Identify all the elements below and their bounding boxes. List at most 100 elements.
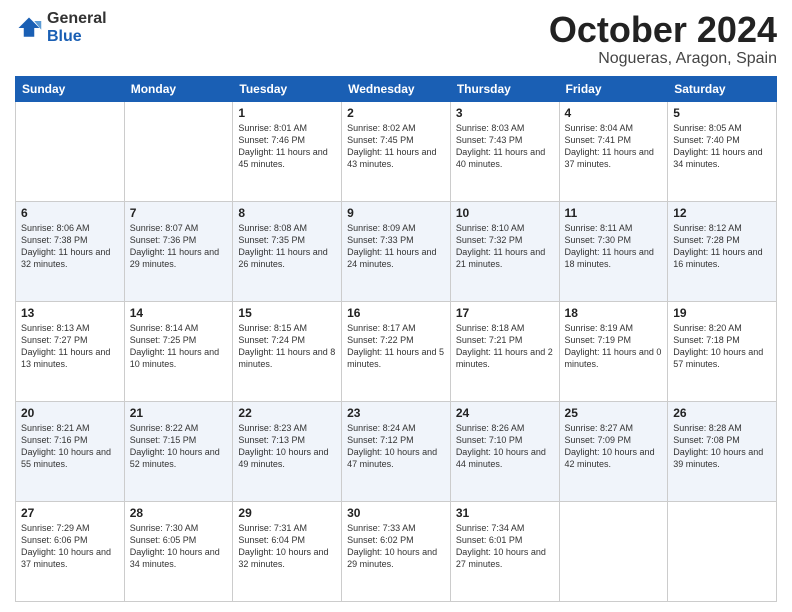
table-row: 4Sunrise: 8:04 AM Sunset: 7:41 PM Daylig… xyxy=(559,101,668,201)
day-info: Sunrise: 8:17 AM Sunset: 7:22 PM Dayligh… xyxy=(347,322,445,371)
day-number: 1 xyxy=(238,106,336,120)
day-info: Sunrise: 8:13 AM Sunset: 7:27 PM Dayligh… xyxy=(21,322,119,371)
col-thursday: Thursday xyxy=(450,76,559,101)
table-row: 17 Sunrise: 8:18 AM Sunset: 7:21 PM Dayli… xyxy=(450,301,559,401)
day-number: 9 xyxy=(347,206,445,220)
table-row: 13 Sunrise: 8:13 AM Sunset: 7:27 PM Dayli… xyxy=(16,301,125,401)
calendar-week-row: 1 Sunrise: 8:01 AM Sunset: 7:46 PM Daylig… xyxy=(16,101,777,201)
logo-icon xyxy=(15,14,43,42)
table-row xyxy=(559,501,668,601)
day-number: 19 xyxy=(673,306,771,320)
table-row: 30 Sunrise: 7:33 AM Sunset: 6:02 PM Dayli… xyxy=(342,501,451,601)
table-row: 8Sunrise: 8:08 AM Sunset: 7:35 PM Daylig… xyxy=(233,201,342,301)
table-row xyxy=(16,101,125,201)
day-number: 30 xyxy=(347,506,445,520)
day-info: Sunrise: 8:22 AM Sunset: 7:15 PM Dayligh… xyxy=(130,422,228,471)
day-number: 10 xyxy=(456,206,554,220)
day-number: 20 xyxy=(21,406,119,420)
calendar-header-row: Sunday Monday Tuesday Wednesday Thursday… xyxy=(16,76,777,101)
day-info: Sunrise: 8:10 AM Sunset: 7:32 PM Dayligh… xyxy=(456,222,554,271)
table-row: 15 Sunrise: 8:15 AM Sunset: 7:24 PM Dayli… xyxy=(233,301,342,401)
table-row: 25 Sunrise: 8:27 AM Sunset: 7:09 PM Dayli… xyxy=(559,401,668,501)
day-info: Sunrise: 8:05 AM Sunset: 7:40 PM Dayligh… xyxy=(673,122,771,171)
table-row: 18 Sunrise: 8:19 AM Sunset: 7:19 PM Dayli… xyxy=(559,301,668,401)
day-number: 23 xyxy=(347,406,445,420)
logo: General Blue xyxy=(15,10,107,45)
day-number: 26 xyxy=(673,406,771,420)
table-row: 31Sunrise: 7:34 AM Sunset: 6:01 PM Dayli… xyxy=(450,501,559,601)
calendar-week-row: 6 Sunrise: 8:06 AM Sunset: 7:38 PM Daylig… xyxy=(16,201,777,301)
day-number: 16 xyxy=(347,306,445,320)
table-row: 1 Sunrise: 8:01 AM Sunset: 7:46 PM Daylig… xyxy=(233,101,342,201)
day-info: Sunrise: 7:29 AM Sunset: 6:06 PM Dayligh… xyxy=(21,522,119,571)
calendar-week-row: 13 Sunrise: 8:13 AM Sunset: 7:27 PM Dayli… xyxy=(16,301,777,401)
logo-text: General Blue xyxy=(47,10,107,45)
day-info: Sunrise: 7:34 AM Sunset: 6:01 PM Dayligh… xyxy=(456,522,554,571)
logo-general: General xyxy=(47,10,107,28)
table-row: 26Sunrise: 8:28 AM Sunset: 7:08 PM Dayli… xyxy=(668,401,777,501)
title-section: October 2024 Nogueras, Aragon, Spain xyxy=(549,10,777,68)
page: General Blue October 2024 Nogueras, Arag… xyxy=(0,0,792,612)
day-info: Sunrise: 8:07 AM Sunset: 7:36 PM Dayligh… xyxy=(130,222,228,271)
table-row: 7Sunrise: 8:07 AM Sunset: 7:36 PM Daylig… xyxy=(124,201,233,301)
col-friday: Friday xyxy=(559,76,668,101)
table-row: 27Sunrise: 7:29 AM Sunset: 6:06 PM Dayli… xyxy=(16,501,125,601)
day-number: 15 xyxy=(238,306,336,320)
table-row: 19 Sunrise: 8:20 AM Sunset: 7:18 PM Dayli… xyxy=(668,301,777,401)
day-number: 3 xyxy=(456,106,554,120)
day-number: 21 xyxy=(130,406,228,420)
table-row: 6 Sunrise: 8:06 AM Sunset: 7:38 PM Daylig… xyxy=(16,201,125,301)
day-info: Sunrise: 8:02 AM Sunset: 7:45 PM Dayligh… xyxy=(347,122,445,171)
day-info: Sunrise: 8:20 AM Sunset: 7:18 PM Dayligh… xyxy=(673,322,771,371)
table-row: 21 Sunrise: 8:22 AM Sunset: 7:15 PM Dayli… xyxy=(124,401,233,501)
table-row xyxy=(124,101,233,201)
col-saturday: Saturday xyxy=(668,76,777,101)
day-info: Sunrise: 8:11 AM Sunset: 7:30 PM Dayligh… xyxy=(565,222,663,271)
day-number: 24 xyxy=(456,406,554,420)
day-number: 25 xyxy=(565,406,663,420)
table-row: 16 Sunrise: 8:17 AM Sunset: 7:22 PM Dayli… xyxy=(342,301,451,401)
table-row: 24Sunrise: 8:26 AM Sunset: 7:10 PM Dayli… xyxy=(450,401,559,501)
day-info: Sunrise: 8:08 AM Sunset: 7:35 PM Dayligh… xyxy=(238,222,336,271)
table-row: 14 Sunrise: 8:14 AM Sunset: 7:25 PM Dayli… xyxy=(124,301,233,401)
day-number: 14 xyxy=(130,306,228,320)
day-number: 28 xyxy=(130,506,228,520)
day-number: 17 xyxy=(456,306,554,320)
day-number: 5 xyxy=(673,106,771,120)
day-info: Sunrise: 7:31 AM Sunset: 6:04 PM Dayligh… xyxy=(238,522,336,571)
calendar-week-row: 20 Sunrise: 8:21 AM Sunset: 7:16 PM Dayli… xyxy=(16,401,777,501)
col-sunday: Sunday xyxy=(16,76,125,101)
day-number: 13 xyxy=(21,306,119,320)
day-info: Sunrise: 8:01 AM Sunset: 7:46 PM Dayligh… xyxy=(238,122,336,171)
day-info: Sunrise: 8:12 AM Sunset: 7:28 PM Dayligh… xyxy=(673,222,771,271)
logo-blue: Blue xyxy=(47,28,107,46)
day-number: 18 xyxy=(565,306,663,320)
day-info: Sunrise: 8:27 AM Sunset: 7:09 PM Dayligh… xyxy=(565,422,663,471)
day-info: Sunrise: 8:18 AM Sunset: 7:21 PM Dayligh… xyxy=(456,322,554,371)
day-info: Sunrise: 8:21 AM Sunset: 7:16 PM Dayligh… xyxy=(21,422,119,471)
day-info: Sunrise: 8:14 AM Sunset: 7:25 PM Dayligh… xyxy=(130,322,228,371)
day-info: Sunrise: 8:19 AM Sunset: 7:19 PM Dayligh… xyxy=(565,322,663,371)
day-info: Sunrise: 8:06 AM Sunset: 7:38 PM Dayligh… xyxy=(21,222,119,271)
table-row xyxy=(668,501,777,601)
table-row: 12Sunrise: 8:12 AM Sunset: 7:28 PM Dayli… xyxy=(668,201,777,301)
day-info: Sunrise: 7:30 AM Sunset: 6:05 PM Dayligh… xyxy=(130,522,228,571)
day-number: 22 xyxy=(238,406,336,420)
table-row: 28 Sunrise: 7:30 AM Sunset: 6:05 PM Dayli… xyxy=(124,501,233,601)
day-info: Sunrise: 8:24 AM Sunset: 7:12 PM Dayligh… xyxy=(347,422,445,471)
col-tuesday: Tuesday xyxy=(233,76,342,101)
table-row: 23 Sunrise: 8:24 AM Sunset: 7:12 PM Dayli… xyxy=(342,401,451,501)
day-info: Sunrise: 7:33 AM Sunset: 6:02 PM Dayligh… xyxy=(347,522,445,571)
day-number: 6 xyxy=(21,206,119,220)
table-row: 29Sunrise: 7:31 AM Sunset: 6:04 PM Dayli… xyxy=(233,501,342,601)
day-number: 2 xyxy=(347,106,445,120)
day-number: 4 xyxy=(565,106,663,120)
col-wednesday: Wednesday xyxy=(342,76,451,101)
calendar-week-row: 27Sunrise: 7:29 AM Sunset: 6:06 PM Dayli… xyxy=(16,501,777,601)
col-monday: Monday xyxy=(124,76,233,101)
calendar-table: Sunday Monday Tuesday Wednesday Thursday… xyxy=(15,76,777,602)
day-info: Sunrise: 8:15 AM Sunset: 7:24 PM Dayligh… xyxy=(238,322,336,371)
day-info: Sunrise: 8:23 AM Sunset: 7:13 PM Dayligh… xyxy=(238,422,336,471)
main-title: October 2024 xyxy=(549,10,777,50)
day-number: 11 xyxy=(565,206,663,220)
